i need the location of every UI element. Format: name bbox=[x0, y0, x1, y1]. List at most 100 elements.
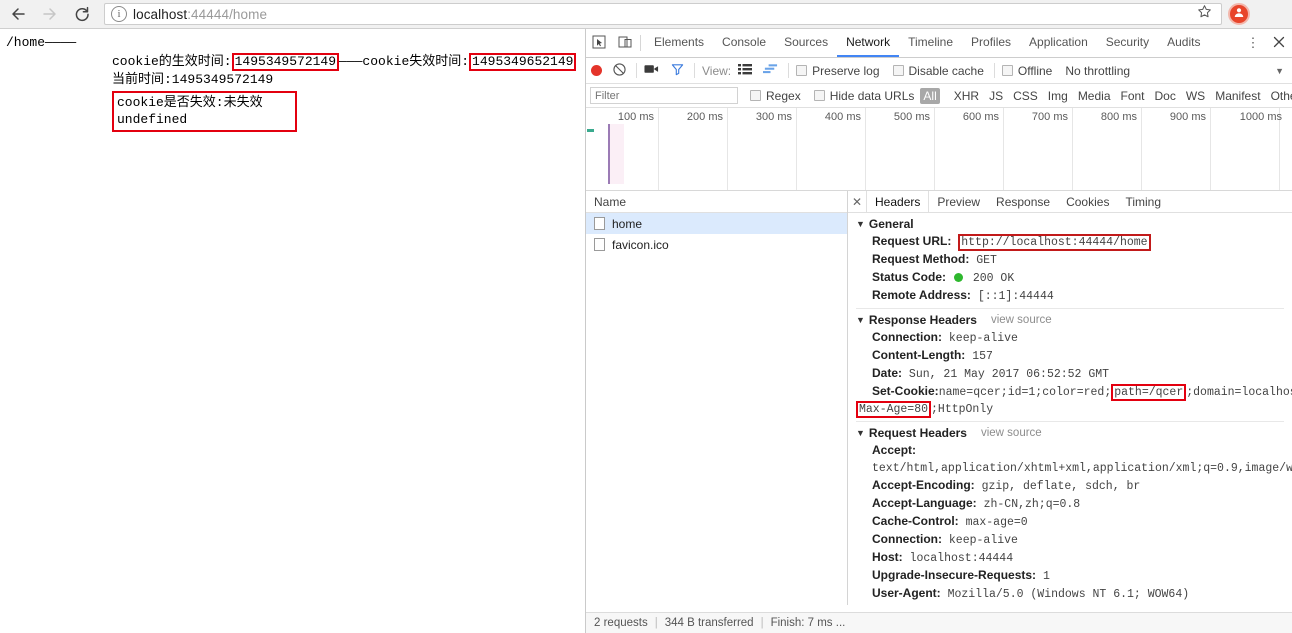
header-row-remote-address: Remote Address: [::1]:44444 bbox=[848, 287, 1292, 305]
header-key: Status Code: bbox=[872, 270, 947, 284]
address-bar-url: localhost:44444/home bbox=[133, 7, 267, 22]
header-key: User-Agent: bbox=[872, 586, 941, 600]
tab-timeline[interactable]: Timeline bbox=[899, 29, 962, 57]
tab-application[interactable]: Application bbox=[1020, 29, 1097, 57]
checkbox-box bbox=[892, 65, 904, 76]
request-detail-tabbar: ✕ Headers Preview Response Cookies Timin… bbox=[848, 191, 1292, 213]
request-row-favicon[interactable]: favicon.ico bbox=[586, 234, 847, 255]
tab-profiles[interactable]: Profiles bbox=[962, 29, 1020, 57]
view-list-button[interactable] bbox=[738, 63, 753, 78]
filter-type-manifest[interactable]: Manifest bbox=[1215, 89, 1260, 103]
detail-tab-timing[interactable]: Timing bbox=[1117, 191, 1169, 212]
regex-checkbox[interactable]: Regex bbox=[750, 89, 801, 103]
header-value: max-age=0 bbox=[965, 516, 1028, 529]
header-key: Host: bbox=[872, 550, 903, 564]
overview-tick-label: 400 ms bbox=[824, 111, 861, 123]
tab-sources[interactable]: Sources bbox=[775, 29, 837, 57]
cookie-times-line: cookie的生效时间: 1495349572149 ———cookie失效时间: 1… bbox=[112, 53, 584, 71]
header-row-set-cookie-cont: Max-Age=80 ;HttpOnly bbox=[848, 401, 1292, 418]
offline-checkbox[interactable]: Offline bbox=[1001, 64, 1052, 78]
record-button[interactable] bbox=[591, 65, 602, 76]
site-info-icon[interactable]: i bbox=[111, 6, 127, 22]
back-button[interactable] bbox=[4, 0, 32, 28]
request-list-column-header[interactable]: Name bbox=[586, 191, 847, 213]
toggle-device-toolbar-button[interactable] bbox=[612, 29, 638, 57]
filter-input[interactable] bbox=[590, 87, 738, 104]
response-headers-section-header[interactable]: ▼ Response Headers view source bbox=[848, 312, 1292, 329]
tab-console-label: Console bbox=[722, 35, 767, 49]
network-overview-timeline[interactable]: 100 ms 200 ms 300 ms 400 ms 500 ms 600 m… bbox=[586, 108, 1292, 191]
tab-elements[interactable]: Elements bbox=[645, 29, 713, 57]
header-value: text/html,application/xhtml+xml,applicat… bbox=[872, 462, 1292, 475]
overview-gridline bbox=[1003, 108, 1004, 190]
filter-type-all[interactable]: All bbox=[920, 87, 940, 104]
hide-data-urls-checkbox[interactable]: Hide data URLs bbox=[813, 89, 914, 103]
devtools-panel: Elements Console Sources Network Timelin… bbox=[585, 29, 1292, 633]
filter-type-xhr[interactable]: XHR bbox=[954, 89, 979, 103]
request-view-source-link[interactable]: view source bbox=[981, 425, 1042, 442]
detail-tab-headers[interactable]: Headers bbox=[866, 191, 930, 212]
address-bar-host: localhost bbox=[133, 6, 188, 22]
header-value: keep-alive bbox=[948, 332, 1018, 345]
waterfall-view-icon bbox=[763, 63, 778, 78]
toolbar-divider bbox=[640, 35, 641, 51]
devtools-tabbar-right: ⋮ bbox=[1240, 29, 1292, 57]
bookmark-button[interactable] bbox=[1191, 1, 1217, 27]
inspect-element-button[interactable] bbox=[586, 29, 612, 57]
tab-profiles-label: Profiles bbox=[971, 35, 1012, 49]
checkbox-box bbox=[1001, 65, 1013, 76]
general-section-header[interactable]: ▼ General bbox=[848, 216, 1292, 233]
overview-tick-label: 900 ms bbox=[1169, 111, 1206, 123]
header-row-req-connection: Connection: keep-alive bbox=[848, 531, 1292, 549]
tab-network[interactable]: Network bbox=[837, 29, 900, 57]
filter-type-js[interactable]: JS bbox=[989, 89, 1003, 103]
view-waterfall-button[interactable] bbox=[763, 63, 778, 78]
undefined-line: undefined bbox=[117, 112, 188, 127]
preserve-log-checkbox[interactable]: Preserve log bbox=[796, 63, 880, 78]
header-key: Upgrade-Insecure-Requests: bbox=[872, 568, 1037, 582]
tab-elements-label: Elements bbox=[654, 35, 705, 49]
filter-type-font[interactable]: Font bbox=[1121, 89, 1145, 103]
header-value-highlighted: http://localhost:44444/home bbox=[958, 234, 1151, 251]
devtools-more-button[interactable]: ⋮ bbox=[1240, 29, 1266, 57]
filter-toggle-button[interactable] bbox=[671, 63, 684, 79]
address-bar[interactable]: i localhost:44444/home bbox=[104, 3, 1222, 25]
header-value: 157 bbox=[972, 350, 993, 363]
forward-button[interactable] bbox=[36, 0, 64, 28]
header-key: Connection: bbox=[872, 532, 942, 546]
clear-button[interactable] bbox=[613, 62, 626, 79]
overview-event-marker bbox=[587, 129, 594, 132]
overview-tick-label: 800 ms bbox=[1100, 111, 1137, 123]
filter-type-media[interactable]: Media bbox=[1078, 89, 1111, 103]
status-transferred: 344 B transferred bbox=[664, 617, 754, 629]
disable-cache-checkbox[interactable]: Disable cache bbox=[892, 64, 984, 78]
tab-security[interactable]: Security bbox=[1097, 29, 1158, 57]
filter-type-ws[interactable]: WS bbox=[1186, 89, 1205, 103]
toolbar-divider bbox=[636, 63, 637, 78]
detail-close-button[interactable]: ✕ bbox=[848, 191, 866, 212]
overview-gridline bbox=[865, 108, 866, 190]
tab-audits[interactable]: Audits bbox=[1158, 29, 1209, 57]
network-filter-bar: Regex Hide data URLs All XHR JS CSS Img … bbox=[586, 84, 1292, 108]
detail-tab-preview[interactable]: Preview bbox=[929, 191, 988, 212]
document-icon bbox=[594, 217, 605, 230]
header-value: gzip, deflate, sdch, br bbox=[981, 480, 1141, 493]
profile-avatar[interactable] bbox=[1228, 3, 1250, 25]
filter-type-img[interactable]: Img bbox=[1048, 89, 1068, 103]
detail-tab-response[interactable]: Response bbox=[988, 191, 1058, 212]
response-view-source-link[interactable]: view source bbox=[991, 312, 1052, 329]
tab-console[interactable]: Console bbox=[713, 29, 775, 57]
devtools-close-button[interactable] bbox=[1266, 29, 1292, 57]
throttling-select[interactable]: No throttling bbox=[1065, 64, 1130, 78]
filter-type-doc[interactable]: Doc bbox=[1155, 89, 1176, 103]
reload-button[interactable] bbox=[68, 0, 96, 28]
request-headers-section-header[interactable]: ▼ Request Headers view source bbox=[848, 425, 1292, 442]
capture-screenshots-button[interactable] bbox=[644, 63, 659, 78]
request-row-home[interactable]: home bbox=[586, 213, 847, 234]
filter-type-css[interactable]: CSS bbox=[1013, 89, 1038, 103]
filter-type-other[interactable]: Other bbox=[1271, 89, 1292, 103]
forward-arrow-icon bbox=[41, 5, 59, 23]
detail-tab-cookies[interactable]: Cookies bbox=[1058, 191, 1117, 212]
chevron-down-icon[interactable]: ▼ bbox=[1275, 66, 1284, 76]
preserve-log-label: Preserve log bbox=[812, 63, 880, 78]
